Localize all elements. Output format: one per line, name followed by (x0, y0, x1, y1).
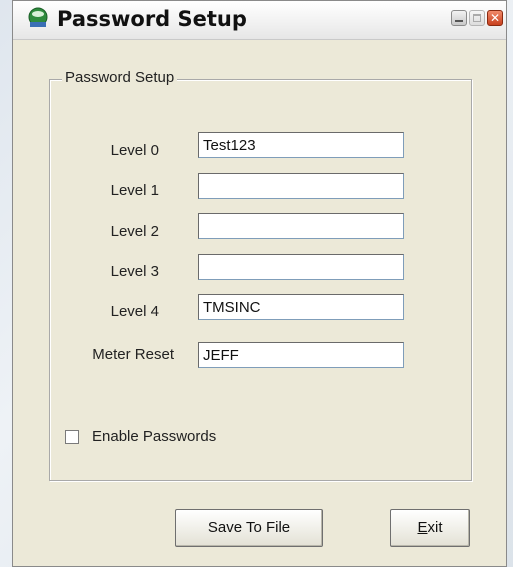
level-4-label: Level 4 (110, 303, 159, 320)
level-3-field[interactable] (198, 254, 404, 280)
maximize-button[interactable] (469, 10, 485, 26)
exit-label-mnemonic: E (417, 519, 428, 536)
level-3-label: Level 3 (110, 263, 159, 280)
save-to-file-button[interactable]: Save To File (175, 509, 323, 547)
level-2-field[interactable] (198, 213, 404, 239)
level-1-field[interactable] (198, 173, 404, 199)
meter-reset-label: Meter Reset (92, 346, 174, 363)
title-bar[interactable]: Password Setup ✕ (13, 1, 506, 40)
app-icon (28, 7, 48, 27)
level-0-field[interactable] (198, 132, 404, 158)
level-4-field[interactable] (198, 294, 404, 320)
level-0-label: Level 0 (110, 142, 159, 159)
minimize-button[interactable] (451, 10, 467, 26)
close-icon: ✕ (489, 11, 501, 25)
password-setup-window: Password Setup ✕ Password Setup Level 0 … (12, 0, 507, 567)
level-2-label: Level 2 (110, 223, 159, 240)
close-button[interactable]: ✕ (487, 10, 503, 26)
exit-label-rest: xit (427, 519, 443, 536)
window-title: Password Setup (57, 7, 247, 31)
group-label: Password Setup (62, 69, 178, 86)
level-1-label: Level 1 (110, 182, 159, 199)
enable-passwords-label[interactable]: Enable Passwords (92, 428, 216, 445)
meter-reset-field[interactable] (198, 342, 404, 368)
exit-button[interactable]: Exit (390, 509, 470, 547)
enable-passwords-checkbox[interactable] (65, 430, 79, 444)
